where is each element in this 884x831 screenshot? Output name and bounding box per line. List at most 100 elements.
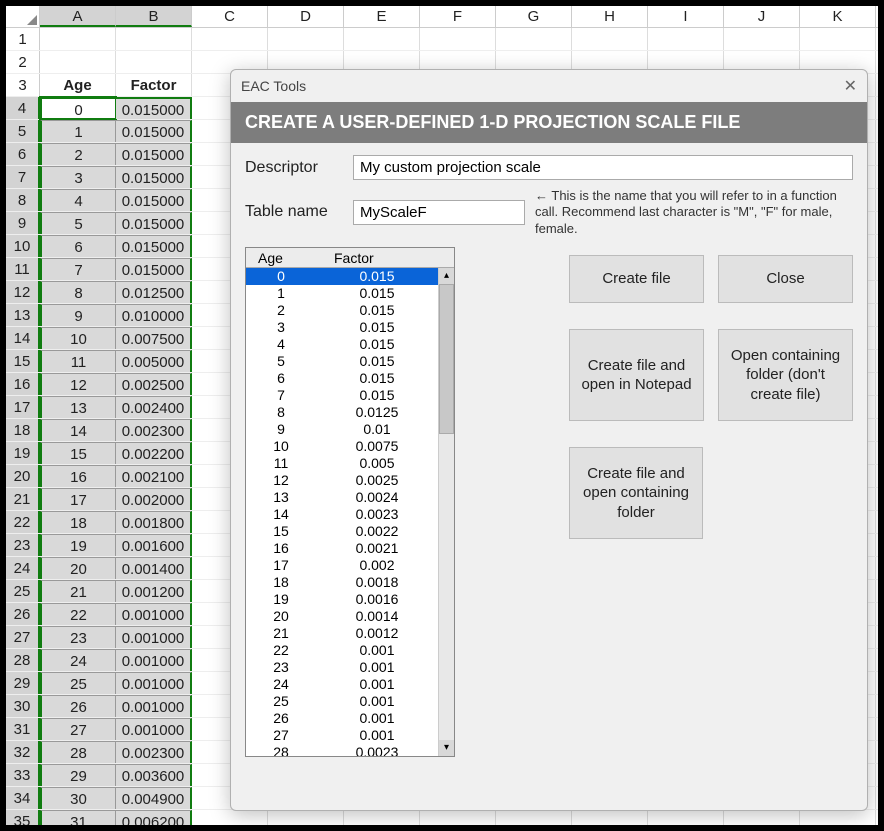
column-header[interactable]: B bbox=[116, 6, 192, 27]
cell[interactable]: 16 bbox=[40, 465, 116, 487]
cell[interactable]: 0.002000 bbox=[116, 488, 192, 510]
cell[interactable] bbox=[344, 28, 420, 50]
row-header[interactable]: 31 bbox=[6, 718, 40, 740]
cell[interactable]: 14 bbox=[40, 419, 116, 441]
list-item[interactable]: 200.0014 bbox=[246, 608, 438, 625]
list-item[interactable]: 80.0125 bbox=[246, 404, 438, 421]
cell[interactable] bbox=[268, 810, 344, 825]
row-header[interactable]: 30 bbox=[6, 695, 40, 717]
cell[interactable]: 0.015000 bbox=[116, 143, 192, 165]
column-header[interactable]: K bbox=[800, 6, 876, 27]
row-header[interactable]: 16 bbox=[6, 373, 40, 395]
row-header[interactable]: 35 bbox=[6, 810, 40, 825]
cell[interactable]: 0.001000 bbox=[116, 626, 192, 648]
list-item[interactable]: 120.0025 bbox=[246, 472, 438, 489]
cell[interactable]: 18 bbox=[40, 511, 116, 533]
cell[interactable]: 12 bbox=[40, 373, 116, 395]
row-header[interactable]: 1 bbox=[6, 28, 40, 50]
column-header[interactable]: I bbox=[648, 6, 724, 27]
scroll-down-icon[interactable]: ▾ bbox=[439, 740, 454, 756]
row-header[interactable]: 6 bbox=[6, 143, 40, 165]
cell[interactable]: 30 bbox=[40, 787, 116, 809]
cell[interactable]: 19 bbox=[40, 534, 116, 556]
column-header[interactable]: A bbox=[40, 6, 116, 27]
list-item[interactable]: 90.01 bbox=[246, 421, 438, 438]
cell[interactable]: 0.002500 bbox=[116, 373, 192, 395]
cell[interactable] bbox=[800, 810, 876, 825]
cell[interactable]: 0.015000 bbox=[116, 258, 192, 280]
cell[interactable]: 0 bbox=[40, 97, 116, 119]
cell[interactable]: 0.001000 bbox=[116, 603, 192, 625]
list-item[interactable]: 50.015 bbox=[246, 353, 438, 370]
row-header[interactable]: 33 bbox=[6, 764, 40, 786]
row-header[interactable]: 14 bbox=[6, 327, 40, 349]
cell[interactable]: 0.015000 bbox=[116, 97, 192, 119]
cell[interactable] bbox=[192, 810, 268, 825]
cell[interactable]: 0.015000 bbox=[116, 189, 192, 211]
cell[interactable] bbox=[648, 28, 724, 50]
tablename-input[interactable] bbox=[353, 200, 525, 225]
cell[interactable] bbox=[724, 28, 800, 50]
row-header[interactable]: 27 bbox=[6, 626, 40, 648]
cell[interactable]: 0.003600 bbox=[116, 764, 192, 786]
row-header[interactable]: 32 bbox=[6, 741, 40, 763]
cell[interactable]: 25 bbox=[40, 672, 116, 694]
cell[interactable]: 0.015000 bbox=[116, 120, 192, 142]
list-item[interactable]: 250.001 bbox=[246, 693, 438, 710]
row-header[interactable]: 26 bbox=[6, 603, 40, 625]
create-file-button[interactable]: Create file bbox=[569, 255, 704, 303]
cell[interactable]: 0.002200 bbox=[116, 442, 192, 464]
list-item[interactable]: 220.001 bbox=[246, 642, 438, 659]
cell[interactable]: 2 bbox=[40, 143, 116, 165]
cell[interactable]: 0.001400 bbox=[116, 557, 192, 579]
cell[interactable] bbox=[420, 810, 496, 825]
create-file-notepad-button[interactable]: Create file and open in Notepad bbox=[569, 329, 704, 421]
cell[interactable] bbox=[572, 810, 648, 825]
list-item[interactable]: 160.0021 bbox=[246, 540, 438, 557]
list-item[interactable]: 150.0022 bbox=[246, 523, 438, 540]
cell[interactable]: 0.001000 bbox=[116, 672, 192, 694]
cell[interactable]: 5 bbox=[40, 212, 116, 234]
list-item[interactable]: 180.0018 bbox=[246, 574, 438, 591]
create-file-folder-button[interactable]: Create file and open containing folder bbox=[569, 447, 703, 539]
row-header[interactable]: 7 bbox=[6, 166, 40, 188]
cell[interactable] bbox=[648, 810, 724, 825]
cell[interactable]: 0.015000 bbox=[116, 166, 192, 188]
cell[interactable] bbox=[800, 28, 876, 50]
cell[interactable]: 4 bbox=[40, 189, 116, 211]
column-header[interactable]: D bbox=[268, 6, 344, 27]
preview-scrollbar[interactable]: ▴ ▾ bbox=[438, 268, 454, 756]
row-header[interactable]: 29 bbox=[6, 672, 40, 694]
cell[interactable]: 10 bbox=[40, 327, 116, 349]
cell[interactable]: 0.007500 bbox=[116, 327, 192, 349]
cell[interactable]: 11 bbox=[40, 350, 116, 372]
row-header[interactable]: 24 bbox=[6, 557, 40, 579]
list-item[interactable]: 30.015 bbox=[246, 319, 438, 336]
cell[interactable]: 0.001000 bbox=[116, 695, 192, 717]
cell[interactable]: 0.001800 bbox=[116, 511, 192, 533]
cell[interactable]: 1 bbox=[40, 120, 116, 142]
row-header[interactable]: 17 bbox=[6, 396, 40, 418]
cell[interactable]: 20 bbox=[40, 557, 116, 579]
cell[interactable] bbox=[496, 810, 572, 825]
cell[interactable]: 27 bbox=[40, 718, 116, 740]
row-header[interactable]: 21 bbox=[6, 488, 40, 510]
list-item[interactable]: 240.001 bbox=[246, 676, 438, 693]
cell[interactable]: 0.001000 bbox=[116, 649, 192, 671]
row-header[interactable]: 22 bbox=[6, 511, 40, 533]
cell[interactable]: 0.012500 bbox=[116, 281, 192, 303]
cell[interactable] bbox=[572, 28, 648, 50]
row-header[interactable]: 25 bbox=[6, 580, 40, 602]
cell[interactable]: 22 bbox=[40, 603, 116, 625]
cell[interactable]: 6 bbox=[40, 235, 116, 257]
row-header[interactable]: 23 bbox=[6, 534, 40, 556]
cell[interactable]: 17 bbox=[40, 488, 116, 510]
cell[interactable]: 7 bbox=[40, 258, 116, 280]
cell[interactable] bbox=[344, 810, 420, 825]
list-item[interactable]: 230.001 bbox=[246, 659, 438, 676]
cell[interactable] bbox=[496, 28, 572, 50]
cell[interactable]: 21 bbox=[40, 580, 116, 602]
list-item[interactable]: 40.015 bbox=[246, 336, 438, 353]
row-header[interactable]: 11 bbox=[6, 258, 40, 280]
list-item[interactable]: 110.005 bbox=[246, 455, 438, 472]
